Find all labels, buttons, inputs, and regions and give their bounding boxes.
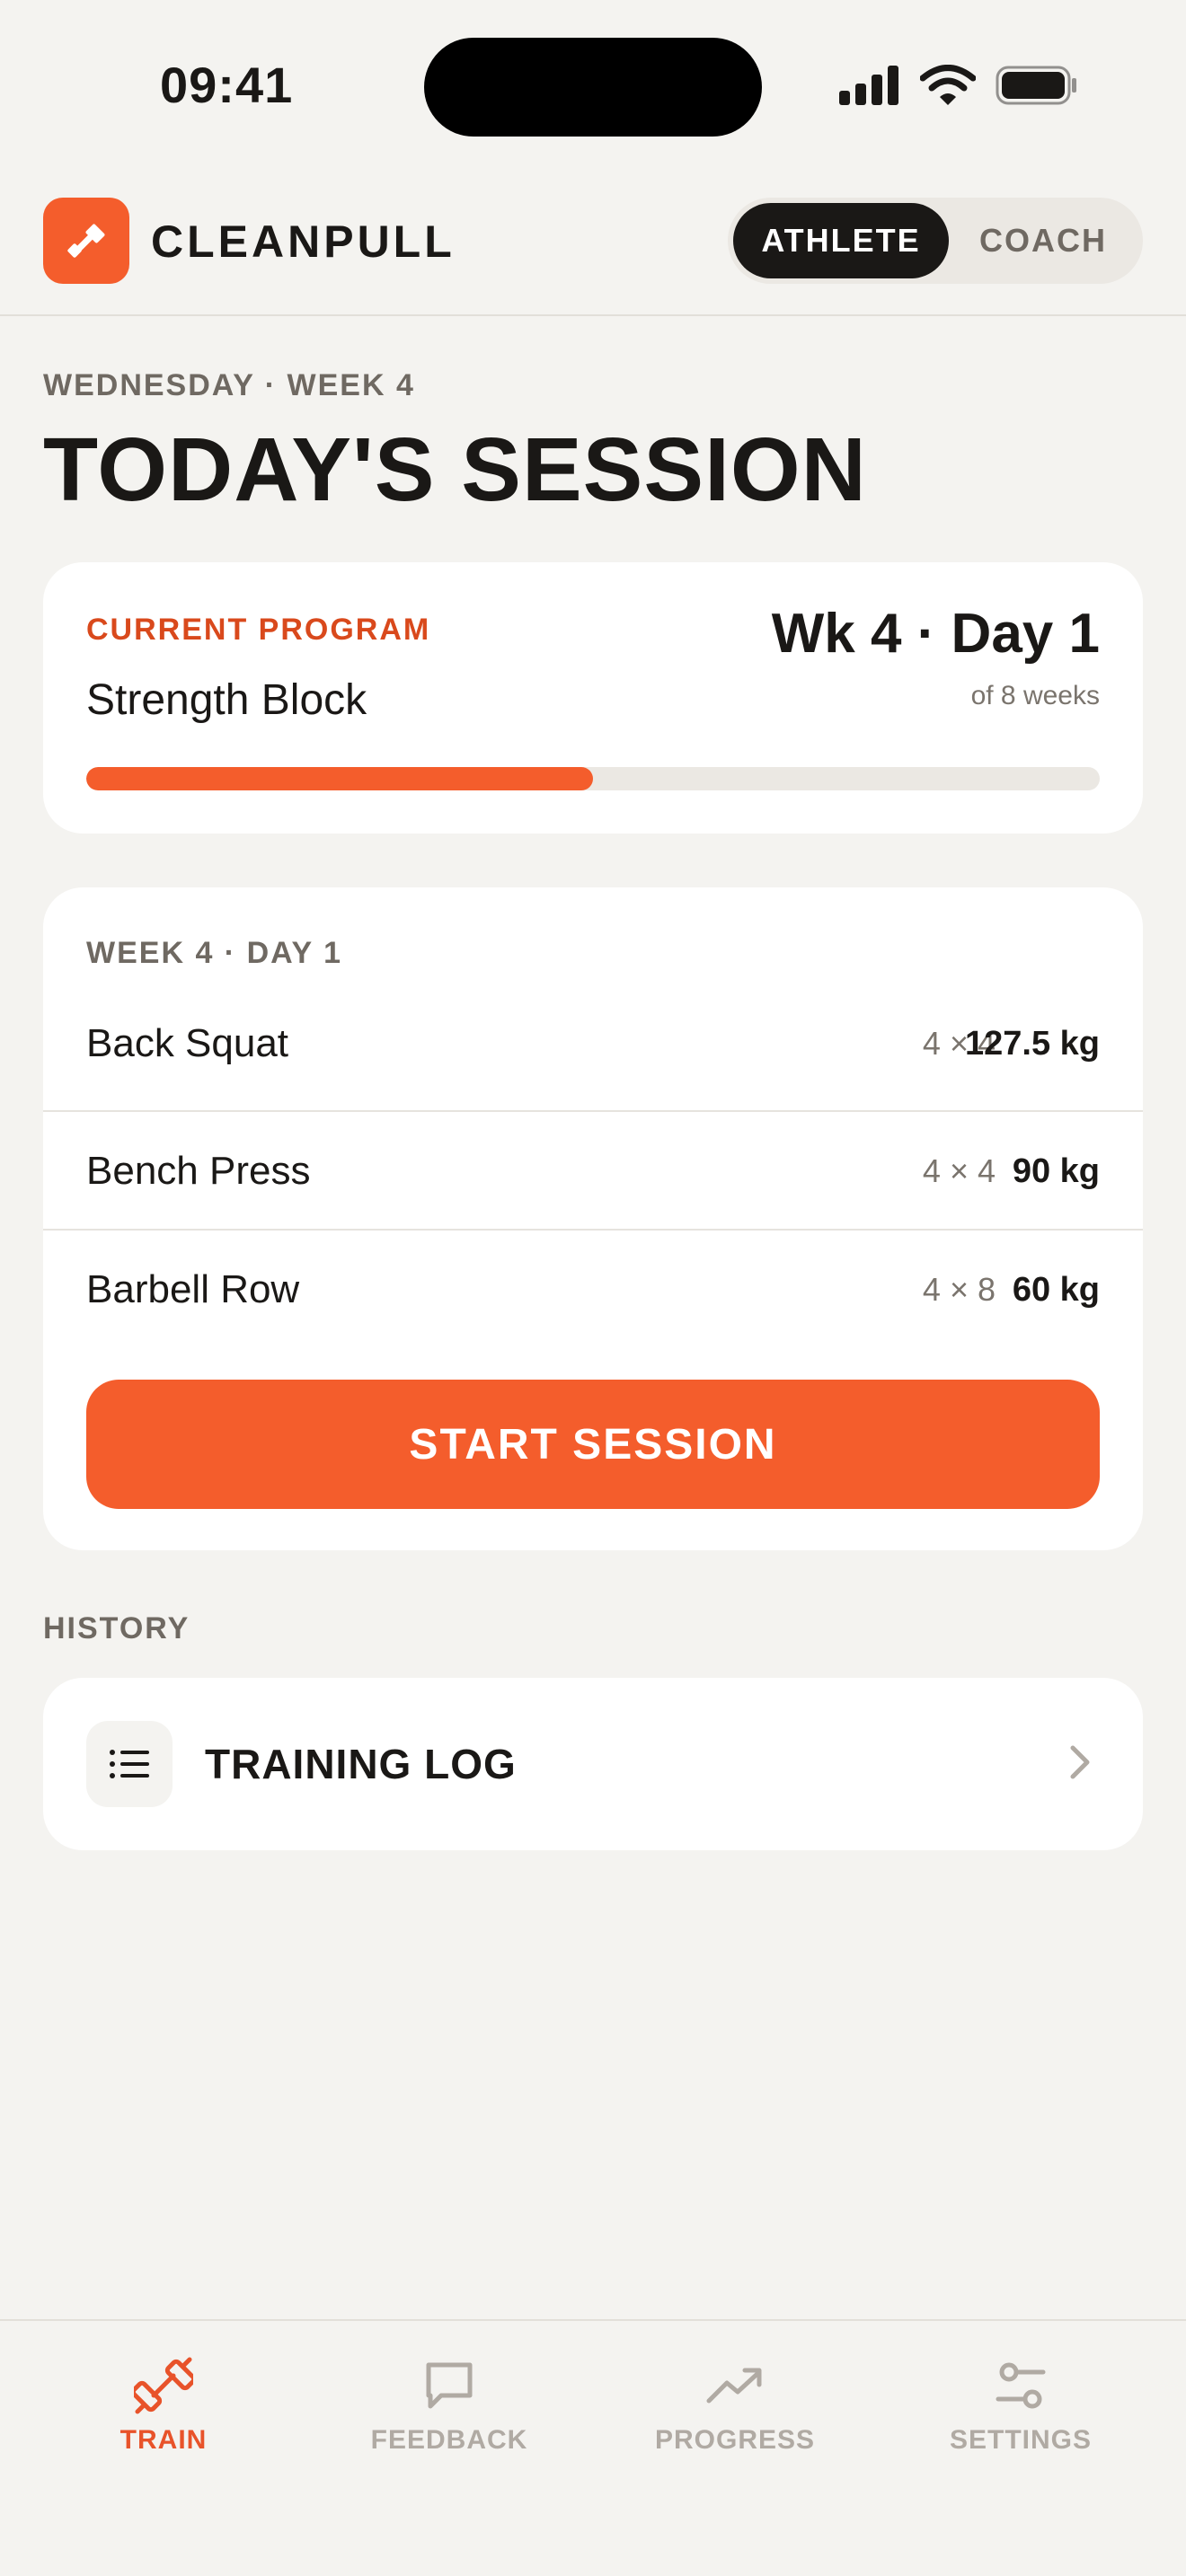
role-athlete-button[interactable]: ATHLETE: [733, 203, 949, 278]
cellular-signal-icon: [839, 66, 898, 105]
tab-label: TRAIN: [119, 2425, 208, 2455]
session-label: WEEK 4 · DAY 1: [86, 936, 342, 970]
app-logo: [43, 198, 129, 284]
tab-settings[interactable]: SETTINGS: [886, 2353, 1155, 2479]
app-name: CLEANPULL: [151, 216, 456, 267]
history-section-label: HISTORY: [43, 1611, 190, 1645]
role-coach-button[interactable]: COACH: [949, 203, 1137, 278]
hammer-icon: [67, 224, 105, 258]
session-card: WEEK 4 · DAY 1 Back Squat 4 × 4 127.5 kg…: [43, 887, 1143, 1550]
status-time: 09:41: [160, 57, 294, 113]
dynamic-island: [424, 38, 762, 137]
tab-train[interactable]: TRAIN: [29, 2353, 298, 2479]
program-label: CURRENT PROGRAM: [86, 613, 431, 647]
trending-up-icon: [706, 2368, 762, 2404]
role-toggle: ATHLETE COACH: [728, 198, 1143, 284]
program-total-weeks: of 8 weeks: [970, 681, 1100, 710]
tab-progress[interactable]: PROGRESS: [600, 2353, 870, 2479]
exercise-scheme: 4 × 4: [922, 1152, 996, 1189]
battery-icon: [996, 66, 1076, 105]
chat-bubble-icon: [426, 2362, 473, 2409]
app-header: CLEANPULL ATHLETE COACH: [0, 171, 1186, 316]
program-progress-bar: [86, 767, 1100, 790]
exercise-name: Bench Press: [86, 1149, 311, 1193]
page-title: TODAY'S SESSION: [43, 419, 867, 520]
dumbbell-icon: [134, 2357, 193, 2414]
tab-label: SETTINGS: [949, 2425, 1092, 2455]
exercise-name: Back Squat: [86, 1021, 289, 1065]
training-log-icon-tile: [86, 1721, 173, 1807]
exercise-load: 60 kg: [1012, 1271, 1100, 1309]
page-eyebrow: WEDNESDAY · WEEK 4: [43, 368, 415, 402]
current-program-card[interactable]: CURRENT PROGRAM Strength Block Wk 4 · Da…: [43, 562, 1143, 834]
program-week-day: Wk 4 · Day 1: [771, 603, 1100, 665]
program-name: Strength Block: [86, 676, 367, 724]
training-log-card[interactable]: TRAINING LOG: [43, 1678, 1143, 1850]
exercise-row[interactable]: Back Squat 4 × 4 127.5 kg: [43, 984, 1143, 1103]
exercise-name: Barbell Row: [86, 1267, 300, 1311]
bottom-tab-bar: TRAIN FEEDBACK PROGRESS SETTINGS: [0, 2319, 1186, 2576]
exercise-load: 90 kg: [1012, 1152, 1100, 1190]
tab-label: FEEDBACK: [370, 2425, 528, 2455]
sliders-icon: [996, 2362, 1046, 2409]
exercise-scheme: 4 × 8: [922, 1271, 996, 1308]
program-progress-fill: [86, 767, 593, 790]
list-icon: [110, 1750, 149, 1778]
exercise-row[interactable]: Bench Press 4 × 4 90 kg: [43, 1110, 1143, 1229]
tab-label: PROGRESS: [654, 2425, 816, 2455]
status-bar: 09:41: [0, 0, 1186, 171]
exercise-load: 127.5 kg: [965, 1025, 1100, 1063]
exercise-row[interactable]: Barbell Row 4 × 8 60 kg: [43, 1229, 1143, 1347]
tab-feedback[interactable]: FEEDBACK: [314, 2353, 584, 2479]
status-icons: [839, 65, 1078, 106]
training-log-title: TRAINING LOG: [205, 1741, 517, 1787]
chevron-right-icon: [1070, 1745, 1090, 1779]
start-session-button[interactable]: START SESSION: [86, 1380, 1100, 1509]
wifi-icon: [920, 65, 976, 105]
